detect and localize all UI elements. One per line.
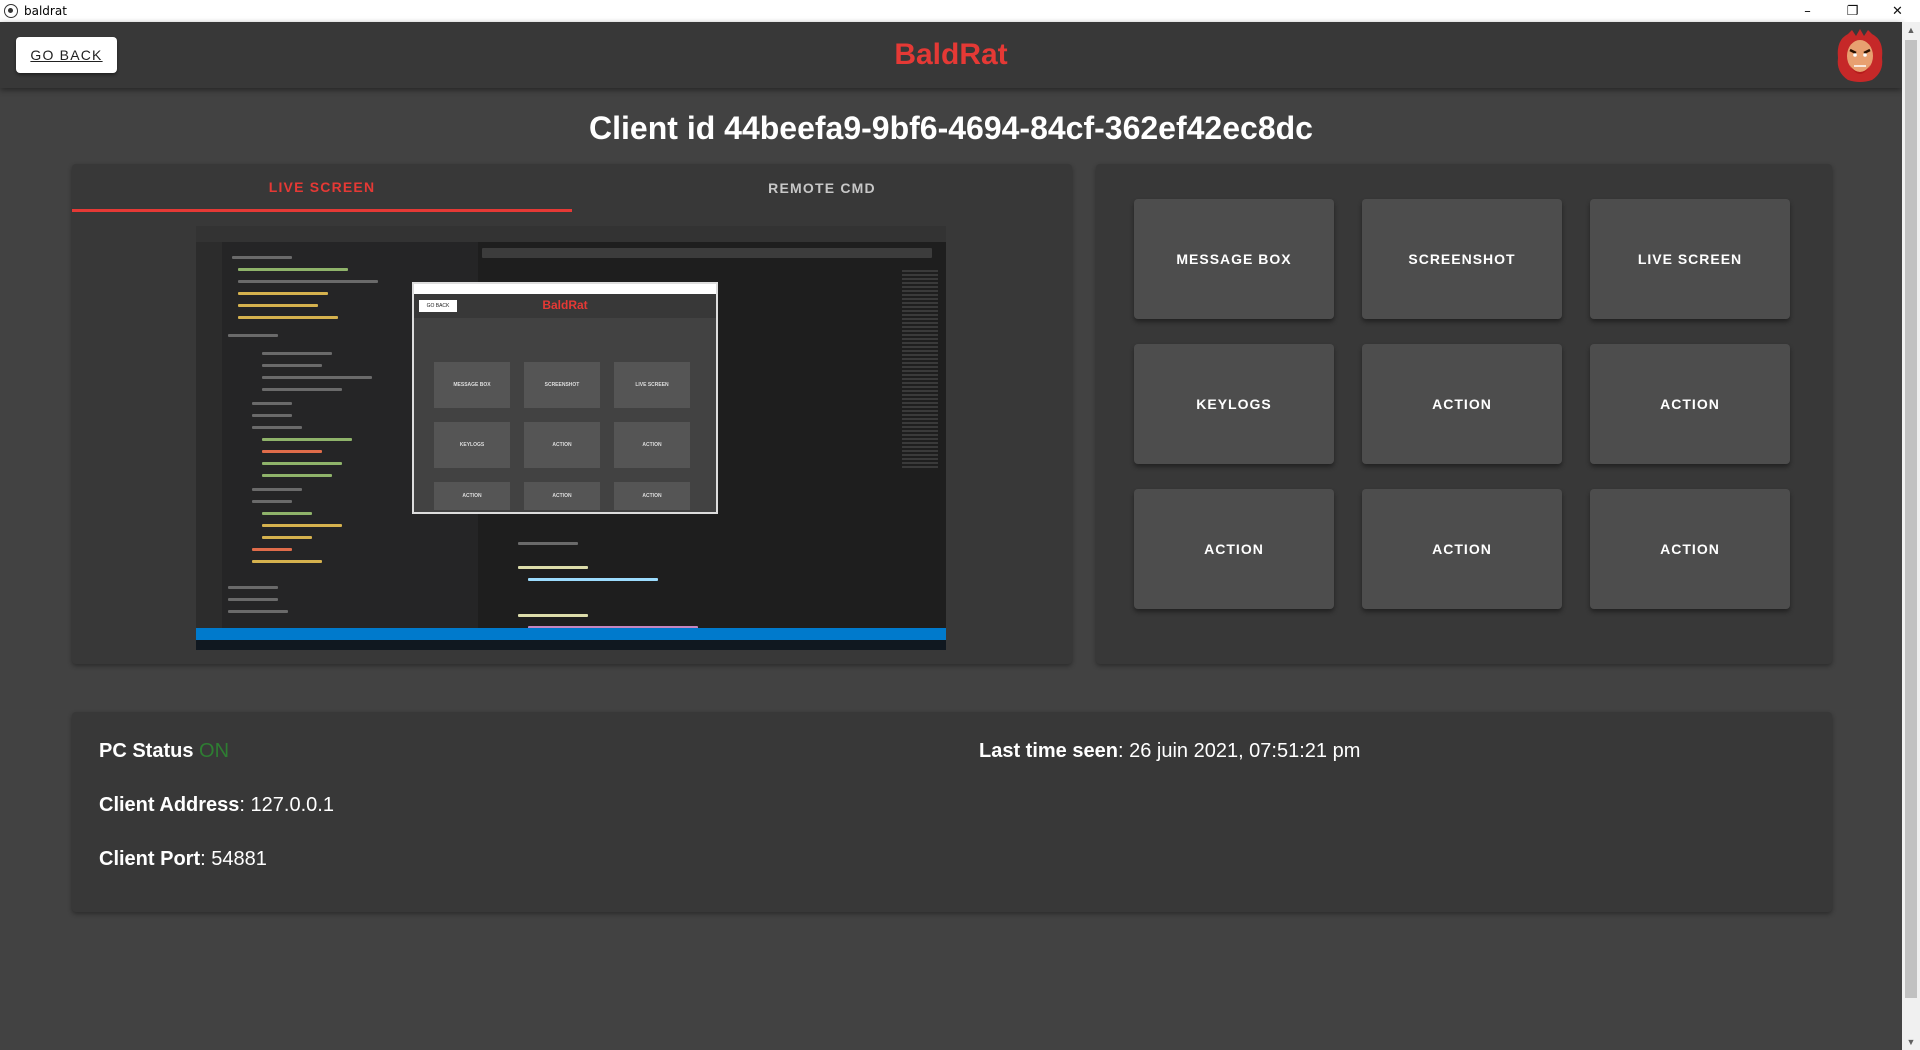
action-button[interactable]: ACTION — [1362, 489, 1562, 609]
keylogs-button[interactable]: KEYLOGS — [1134, 344, 1334, 464]
page-scrollbar[interactable]: ▲ ▼ — [1902, 22, 1920, 1050]
preview-activity-bar — [196, 242, 222, 634]
preview-button: ACTION — [434, 482, 510, 510]
last-seen-label: Last time seen — [979, 740, 1118, 762]
client-address-value: 127.0.0.1 — [250, 794, 334, 816]
action-grid: MESSAGE BOX SCREENSHOT LIVE SCREEN KEYLO… — [1134, 199, 1790, 609]
brand-title: BaldRat — [894, 38, 1008, 71]
preview-popup-window: GO BACK BaldRat MESSAGE BOX SCREENSHOT L… — [412, 282, 718, 514]
action-button[interactable]: ACTION — [1362, 344, 1562, 464]
client-id-value: 44beefa9-9bf6-4694-84cf-362ef42ec8dc — [724, 110, 1313, 146]
scrollbar-thumb[interactable] — [1905, 40, 1917, 998]
preview-button: ACTION — [614, 422, 690, 468]
preview-button: ACTION — [524, 422, 600, 468]
live-screen-button[interactable]: LIVE SCREEN — [1590, 199, 1790, 319]
window-titlebar: baldrat – ❐ ✕ — [0, 0, 1920, 22]
preview-button-grid: MESSAGE BOX SCREENSHOT LIVE SCREEN KEYLO… — [434, 362, 690, 510]
page-title: Client id 44beefa9-9bf6-4694-84cf-362ef4… — [0, 110, 1902, 147]
client-info-card: PC Status ON Last time seen: 26 juin 202… — [72, 712, 1832, 912]
window-title: baldrat — [24, 4, 67, 18]
client-port-value: 54881 — [211, 848, 267, 870]
scroll-down-icon[interactable]: ▼ — [1902, 1034, 1920, 1050]
preview-button: ACTION — [614, 482, 690, 510]
maximize-icon[interactable]: ❐ — [1830, 0, 1875, 22]
screen-card: LIVE SCREEN REMOTE CMD GO BACK BaldRat M… — [72, 164, 1072, 664]
preview-taskbar — [196, 640, 946, 650]
last-seen: Last time seen: 26 juin 2021, 07:51:21 p… — [979, 740, 1361, 762]
tab-live-screen[interactable]: LIVE SCREEN — [72, 164, 572, 212]
baldrat-logo-icon — [1837, 29, 1883, 82]
preview-button: MESSAGE BOX — [434, 362, 510, 408]
preview-brand: BaldRat — [542, 298, 588, 312]
close-icon[interactable]: ✕ — [1875, 0, 1920, 22]
last-seen-value: 26 juin 2021, 07:51:21 pm — [1129, 740, 1361, 762]
preview-button: KEYLOGS — [434, 422, 510, 468]
preview-button: SCREENSHOT — [524, 362, 600, 408]
client-address-label: Client Address — [99, 794, 240, 816]
window-controls: – ❐ ✕ — [1785, 0, 1920, 22]
status-badge: ON — [199, 740, 230, 762]
live-screen-preview: GO BACK BaldRat MESSAGE BOX SCREENSHOT L… — [196, 226, 946, 650]
client-port-label: Client Port — [99, 848, 201, 870]
client-port: Client Port: 54881 — [99, 848, 267, 870]
client-id-label: Client id — [589, 110, 716, 146]
pc-status: PC Status ON — [99, 740, 229, 763]
pc-status-label: PC Status — [99, 740, 194, 762]
tab-bar: LIVE SCREEN REMOTE CMD — [72, 164, 1072, 212]
message-box-button[interactable]: MESSAGE BOX — [1134, 199, 1334, 319]
app-icon — [4, 4, 18, 18]
preview-menubar — [196, 226, 946, 242]
action-button[interactable]: ACTION — [1134, 489, 1334, 609]
preview-statusbar — [196, 628, 946, 640]
actions-card: MESSAGE BOX SCREENSHOT LIVE SCREEN KEYLO… — [1096, 164, 1832, 664]
scroll-up-icon[interactable]: ▲ — [1902, 22, 1920, 38]
preview-button: ACTION — [524, 482, 600, 510]
action-button[interactable]: ACTION — [1590, 489, 1790, 609]
app-bar: GO BACK BaldRat — [0, 22, 1902, 88]
minimize-icon[interactable]: – — [1785, 0, 1830, 22]
client-address: Client Address: 127.0.0.1 — [99, 794, 334, 816]
screenshot-button[interactable]: SCREENSHOT — [1362, 199, 1562, 319]
preview-button: LIVE SCREEN — [614, 362, 690, 408]
tab-remote-cmd[interactable]: REMOTE CMD — [572, 164, 1072, 212]
action-button[interactable]: ACTION — [1590, 344, 1790, 464]
